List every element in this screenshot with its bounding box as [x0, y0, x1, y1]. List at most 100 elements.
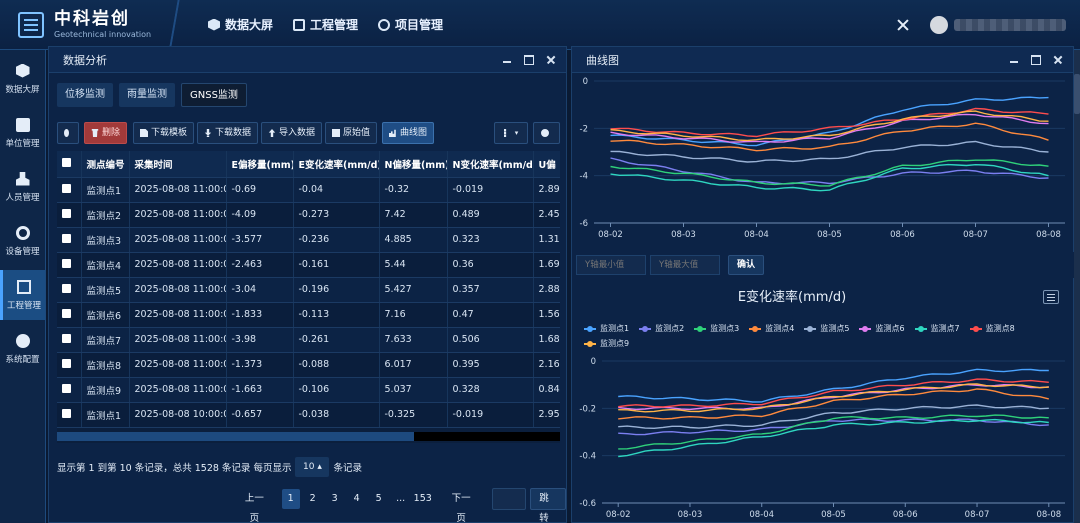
nav-data-screen[interactable]: 数据大屏: [208, 16, 273, 33]
table-row[interactable]: 监测点3 2025-08-08 11:00:00 -3.577 -0.236 4.885…: [57, 227, 560, 253]
raw-values-button[interactable]: 原始值: [325, 122, 378, 144]
legend-item[interactable]: 监测点8: [969, 323, 1015, 334]
tab-rainfall[interactable]: 雨量监测: [119, 83, 175, 107]
column-header[interactable]: U偏: [533, 151, 560, 178]
row-select-cell[interactable]: [57, 202, 82, 228]
column-header[interactable]: N偏移量(mm): [379, 151, 448, 178]
table-row[interactable]: 监测点6 2025-08-08 11:00:00 -1.833 -0.113 7.16 0…: [57, 302, 560, 328]
avatar[interactable]: [930, 16, 948, 34]
fullscreen-icon[interactable]: [896, 18, 910, 32]
sidebar-item-devices[interactable]: 设备管理: [0, 216, 45, 266]
row-select-cell[interactable]: [57, 252, 82, 278]
page-scrollbar[interactable]: [1074, 50, 1080, 523]
row-select-cell[interactable]: [57, 352, 82, 378]
column-header[interactable]: E变化速率(mm/d): [293, 151, 380, 178]
confirm-button[interactable]: 确认: [728, 255, 765, 275]
sidebar-item-data-screen[interactable]: 数据大屏: [0, 54, 45, 104]
row-checkbox[interactable]: [62, 408, 71, 418]
table-row[interactable]: 监测点5 2025-08-08 11:00:00 -3.04 -0.196 5.427 0…: [57, 277, 560, 303]
table-row[interactable]: 监测点2 2025-08-08 11:00:00 -4.09 -0.273 7.42 0.…: [57, 202, 560, 228]
row-checkbox[interactable]: [62, 383, 71, 393]
minimize-icon[interactable]: [502, 55, 512, 65]
next-page-button[interactable]: 下一页: [442, 489, 481, 523]
legend-item[interactable]: 监测点9: [584, 338, 629, 349]
logo[interactable]: 中科岩创 Geotechnical innovation: [0, 0, 190, 50]
chart-menu-icon[interactable]: [1043, 290, 1059, 304]
row-select-cell[interactable]: [57, 227, 82, 253]
table-row[interactable]: 监测点1 2025-08-08 11:00:00 -0.69 -0.04 -0.32 -0…: [57, 177, 560, 203]
tab-displacement[interactable]: 位移监测: [57, 83, 113, 107]
page-jump-input[interactable]: [492, 488, 527, 510]
y-max-input[interactable]: [650, 255, 720, 275]
table-row[interactable]: 监测点1 2025-08-08 10:00:00 -0.657 -0.038 -0.32…: [57, 402, 560, 428]
page-button[interactable]: 5: [370, 489, 388, 509]
sidebar-item-people[interactable]: 人员管理: [0, 162, 45, 212]
legend-item[interactable]: 监测点3: [694, 323, 739, 334]
sidebar-item-units[interactable]: 单位管理: [0, 108, 45, 158]
curve-chart-top[interactable]: 0 -2 -4 -6 08-02 08-03 08-04 08-05 08-06 08-07 08-…: [572, 73, 1075, 251]
column-header[interactable]: N变化速率(mm/d): [447, 151, 534, 178]
row-checkbox[interactable]: [62, 183, 71, 193]
row-checkbox[interactable]: [62, 333, 71, 343]
close-icon[interactable]: [1053, 55, 1063, 65]
row-select-cell[interactable]: [57, 402, 82, 428]
table-row[interactable]: 监测点4 2025-08-08 11:00:00 -2.463 -0.161 5.44 0…: [57, 252, 560, 278]
prev-page-button[interactable]: 上一页: [235, 489, 274, 523]
page-button[interactable]: 3: [326, 489, 344, 509]
row-select-cell[interactable]: [57, 177, 82, 203]
download-data-button[interactable]: 下载数据: [197, 122, 259, 144]
jump-button[interactable]: 跳转: [530, 488, 567, 523]
legend-item[interactable]: 监测点1: [584, 323, 629, 334]
legend-item[interactable]: 监测点5: [804, 323, 849, 334]
nav-project-management[interactable]: 项目管理: [378, 16, 443, 33]
y-min-input[interactable]: [576, 255, 646, 275]
table-row[interactable]: 监测点7 2025-08-08 11:00:00 -3.98 -0.261 7.633 0…: [57, 327, 560, 353]
column-header[interactable]: 测点编号: [81, 151, 130, 178]
scrollbar-thumb[interactable]: [1074, 74, 1080, 114]
legend-item[interactable]: 监测点4: [749, 323, 794, 334]
search-button[interactable]: [533, 122, 560, 144]
maximize-icon[interactable]: [524, 54, 534, 65]
select-all-checkbox[interactable]: [62, 157, 71, 167]
row-checkbox[interactable]: [62, 208, 71, 218]
page-button[interactable]: 4: [348, 489, 366, 509]
legend-item[interactable]: 监测点6: [859, 323, 905, 334]
page-button[interactable]: 1: [281, 489, 300, 509]
delete-button[interactable]: 删除: [84, 122, 128, 144]
scrollbar-thumb[interactable]: [57, 432, 414, 441]
row-select-cell[interactable]: [57, 377, 82, 403]
sidebar-item-system-config[interactable]: 系统配置: [0, 324, 45, 374]
page-button[interactable]: 153: [414, 489, 432, 509]
row-checkbox[interactable]: [62, 358, 71, 368]
curve-chart-bottom[interactable]: 0 -0.2 -0.4 -0.6 08-02 08-03 08-04 08-05 08-06 08…: [572, 353, 1075, 523]
select-all-cell[interactable]: [57, 151, 82, 178]
tab-gnss[interactable]: GNSS监测: [181, 83, 247, 107]
page-button[interactable]: 2: [304, 489, 322, 509]
legend-item[interactable]: 监测点7: [914, 323, 960, 334]
refresh-button[interactable]: [57, 122, 79, 144]
table-row[interactable]: 监测点8 2025-08-08 11:00:00 -1.373 -0.088 6.017…: [57, 352, 560, 378]
row-select-cell[interactable]: [57, 277, 82, 303]
row-select-cell[interactable]: [57, 302, 82, 328]
row-checkbox[interactable]: [62, 283, 71, 293]
sidebar-item-engineering[interactable]: 工程管理: [0, 270, 45, 320]
maximize-icon[interactable]: [1031, 54, 1041, 65]
curve-chart-button[interactable]: 曲线图: [382, 122, 435, 144]
username-redacted[interactable]: [954, 19, 1066, 31]
nav-project-engineering[interactable]: 工程管理: [293, 16, 358, 33]
row-checkbox[interactable]: [62, 258, 71, 268]
table-row[interactable]: 监测点9 2025-08-08 11:00:00 -1.663 -0.106 5.037…: [57, 377, 560, 403]
row-checkbox[interactable]: [62, 233, 71, 243]
row-select-cell[interactable]: [57, 327, 82, 353]
columns-dropdown-button[interactable]: ▾: [494, 122, 528, 144]
horizontal-scrollbar[interactable]: [57, 432, 560, 441]
row-checkbox[interactable]: [62, 308, 71, 318]
page-size-select[interactable]: 10 ▴: [295, 457, 330, 477]
column-header[interactable]: E偏移量(mm): [226, 151, 294, 178]
minimize-icon[interactable]: [1009, 55, 1019, 65]
import-data-button[interactable]: 导入数据: [261, 122, 323, 144]
download-template-button[interactable]: 下载模板: [133, 122, 195, 144]
column-header[interactable]: 采集时间: [129, 151, 227, 178]
legend-item[interactable]: 监测点2: [639, 323, 684, 334]
close-icon[interactable]: [546, 55, 556, 65]
